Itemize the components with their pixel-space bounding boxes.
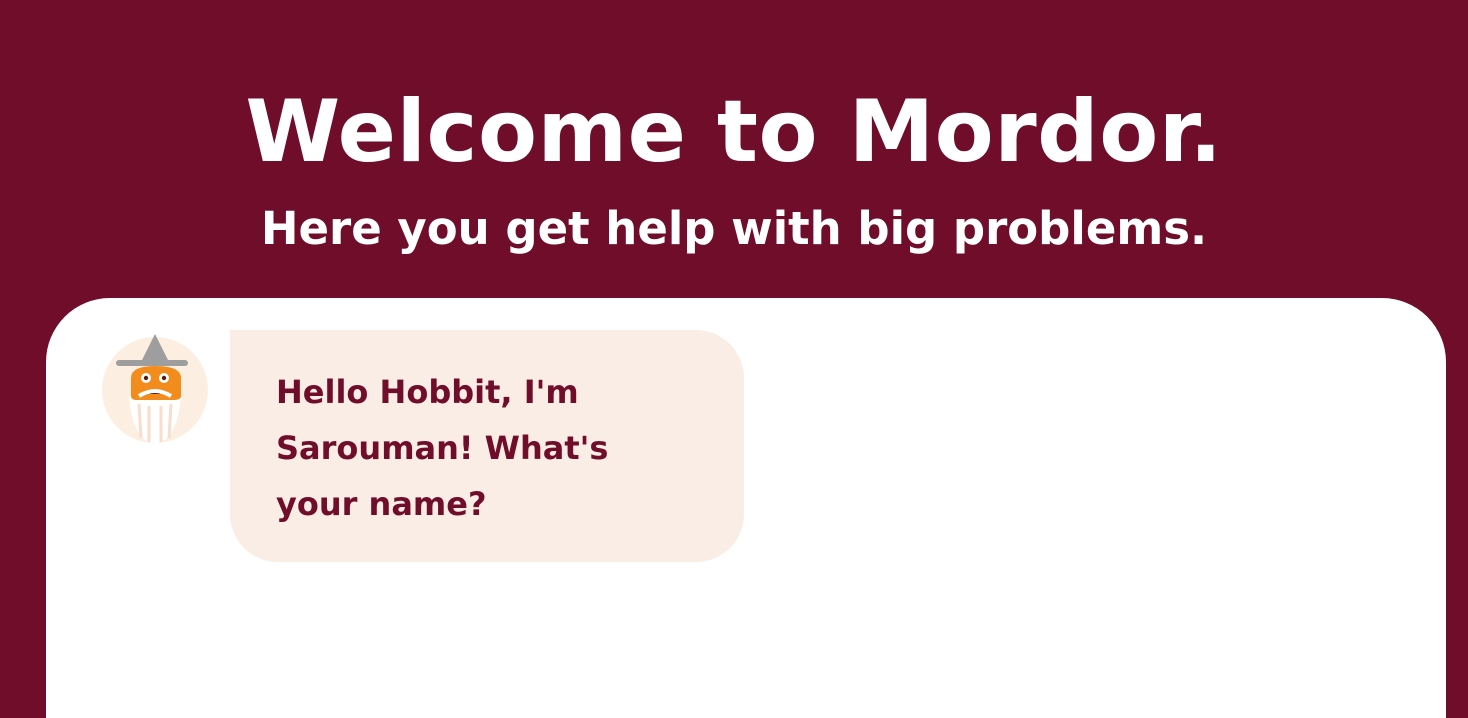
page-title: Welcome to Mordor. — [245, 81, 1223, 182]
chat-message-bubble: Hello Hobbit, I'm Sarouman! What's your … — [230, 330, 744, 562]
chat-panel: Hello Hobbit, I'm Sarouman! What's your … — [46, 298, 1446, 718]
wizard-avatar-icon — [101, 334, 209, 444]
chat-message-text: Hello Hobbit, I'm Sarouman! What's your … — [276, 373, 609, 523]
page-subtitle: Here you get help with big problems. — [260, 202, 1208, 256]
